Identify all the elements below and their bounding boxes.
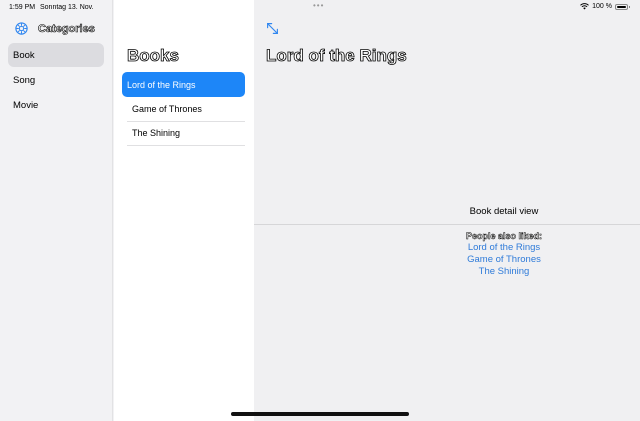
category-item-book[interactable]: Book	[8, 43, 104, 67]
related-link-lord-of-the-rings[interactable]: Lord of the Rings	[444, 242, 564, 254]
category-item-movie[interactable]: Movie	[8, 93, 104, 117]
battery-percent: 100 %	[592, 3, 612, 10]
multitask-dots[interactable]: •••	[313, 2, 324, 10]
expand-icon[interactable]	[266, 22, 279, 35]
book-item-game-of-thrones[interactable]: Game of Thrones	[127, 97, 245, 122]
category-list: Book Song Movie	[8, 43, 104, 118]
detail-pane: Lord of the Rings Book detail view Peopl…	[254, 0, 640, 421]
related-section: People also liked: Lord of the Rings Gam…	[444, 230, 564, 278]
related-link-game-of-thrones[interactable]: Game of Thrones	[444, 254, 564, 266]
wifi-icon	[580, 3, 590, 10]
books-column: Books Lord of the Rings Game of Thrones …	[114, 0, 254, 421]
detail-divider	[254, 224, 640, 225]
category-item-song[interactable]: Song	[8, 68, 104, 92]
book-list: Lord of the Rings Game of Thrones The Sh…	[122, 72, 245, 146]
sidebar-title: Categories	[38, 22, 95, 35]
detail-caption: Book detail view	[469, 206, 539, 217]
related-link-the-shining[interactable]: The Shining	[444, 266, 564, 278]
status-right: 100 %	[580, 3, 630, 10]
detail-title: Lord of the Rings	[266, 46, 408, 66]
status-date: Sonntag 13. Nov.	[40, 4, 94, 11]
gear-icon[interactable]	[14, 21, 29, 36]
books-title: Books	[127, 46, 180, 66]
sidebar-header: Categories	[14, 21, 95, 36]
categories-sidebar: Categories Book Song Movie	[0, 0, 113, 421]
battery-icon	[615, 3, 630, 10]
book-item-lord-of-the-rings[interactable]: Lord of the Rings	[122, 72, 245, 97]
home-indicator[interactable]	[231, 412, 409, 416]
related-label: People also liked:	[465, 231, 543, 242]
book-item-the-shining[interactable]: The Shining	[127, 122, 245, 146]
status-time: 1:59 PM	[9, 4, 36, 11]
